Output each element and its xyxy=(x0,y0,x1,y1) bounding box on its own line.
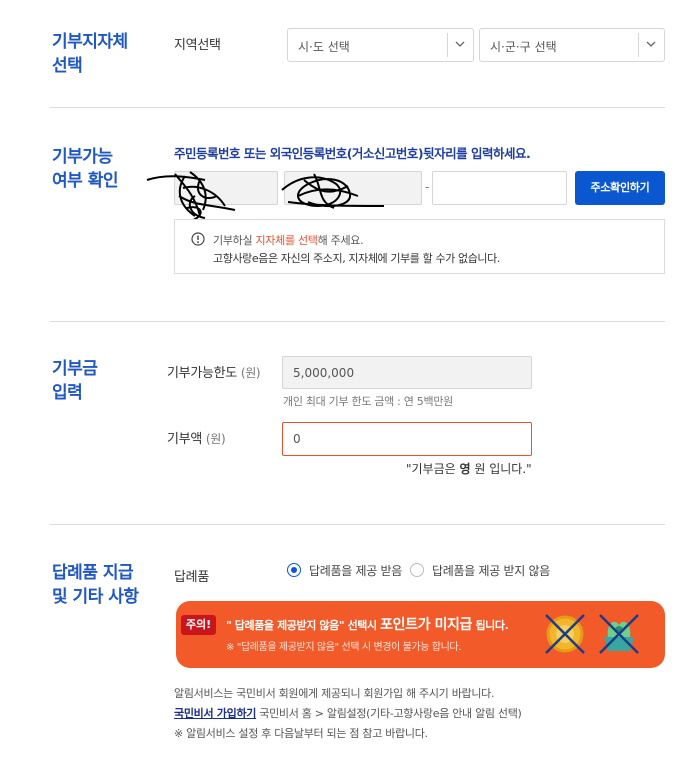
notice-text: 기부하실 xyxy=(213,234,256,247)
select-divider xyxy=(638,33,639,57)
section-title-region: 기부지자체 선택 xyxy=(52,30,128,78)
section-divider xyxy=(50,524,665,525)
notice-text: 해 주세요. xyxy=(317,234,364,247)
donation-amount-input[interactable]: 0 xyxy=(282,422,532,456)
sigungu-select[interactable]: 시·군·구 선택 xyxy=(479,28,665,62)
notice-highlight: 지자체를 선택 xyxy=(255,234,318,247)
redaction-scribble xyxy=(146,171,236,221)
address-check-button[interactable]: 주소확인하기 xyxy=(575,171,665,205)
info-text: 국민비서 홈 > 알림설정(기타-고향사랑e음 안내 알림 선택) xyxy=(256,707,522,720)
banner-sub-text: ※ "답례품을 제공받지 않음" 선택 시 변경이 불가능 합니다. xyxy=(226,642,461,653)
sigungu-select-value: 시·군·구 선택 xyxy=(490,40,557,54)
notice-line-1: 기부하실 지자체를 선택해 주세요. xyxy=(213,232,364,248)
chevron-down-icon xyxy=(455,41,465,47)
sido-select-value: 시·도 선택 xyxy=(298,40,350,54)
section-title-eligibility: 기부가능 여부 확인 xyxy=(52,145,118,193)
resident-number-instruction: 주민등록번호 또는 외국인등록번호(거소신고번호)뒷자리를 입력하세요. xyxy=(174,146,531,161)
amount-label-text: 기부액 xyxy=(167,432,202,447)
resident-number-extra-input[interactable] xyxy=(432,171,567,205)
gift-label: 답례품 xyxy=(174,570,209,585)
warning-banner: 주의! " 답례품을 제공받지 않음" 선택시 포인트가 미지급 됩니다. ※ … xyxy=(176,601,665,668)
point-coin-icon xyxy=(545,614,585,654)
info-line-3: ※ 알림서비스 설정 후 다음날부터 되는 점 참고 바랍니다. xyxy=(174,727,428,740)
chevron-down-icon xyxy=(646,41,656,47)
section-divider xyxy=(50,321,665,322)
banner-text: " 답례품을 제공받지 않음" 선택시 xyxy=(226,619,381,632)
sido-select[interactable]: 시·도 선택 xyxy=(287,28,474,62)
banner-text-emphasis: 포인트가 미지급 xyxy=(380,617,473,633)
title-line: 기부가능 xyxy=(52,147,113,167)
gukmin-biseo-signup-link[interactable]: 국민비서 가입하기 xyxy=(174,707,256,720)
radio-gift-decline-label[interactable]: 답례품을 제공 받지 않음 xyxy=(432,562,550,579)
info-icon xyxy=(191,232,205,246)
title-line: 기부금 xyxy=(52,359,98,379)
title-line: 입력 xyxy=(52,383,83,403)
amount-message-bold: 영 xyxy=(459,462,471,476)
limit-label-text: 기부가능한도 xyxy=(167,366,237,381)
notice-line-2: 고향사랑e음은 자신의 주소지, 지자체에 기부를 할 수가 없습니다. xyxy=(213,252,500,265)
select-divider xyxy=(447,33,448,57)
dash-separator: - xyxy=(425,180,430,194)
gift-basket-icon xyxy=(599,614,639,654)
notice-box: 기부하실 지자체를 선택해 주세요. 고향사랑e음은 자신의 주소지, 지자체에… xyxy=(174,219,665,274)
redaction-scribble xyxy=(281,173,385,209)
title-line: 여부 확인 xyxy=(52,171,118,191)
title-line: 및 기타 사항 xyxy=(52,587,139,607)
amount-message-text: 원 입니다." xyxy=(470,462,532,476)
radio-gift-receive[interactable] xyxy=(287,563,301,577)
limit-value: 5,000,000 xyxy=(293,366,355,380)
section-divider xyxy=(50,107,665,108)
unit-label: (원) xyxy=(240,366,261,380)
banner-text: 됩니다. xyxy=(472,619,509,632)
limit-input: 5,000,000 xyxy=(282,356,532,389)
amount-value: 0 xyxy=(293,432,301,446)
radio-gift-receive-label[interactable]: 답례품을 제공 받음 xyxy=(309,562,402,579)
unit-label: (원) xyxy=(205,432,226,446)
limit-help-text: 개인 최대 기부 한도 금액 : 연 5백만원 xyxy=(283,395,453,408)
warning-badge: 주의! xyxy=(181,615,216,635)
title-line: 답례품 지급 xyxy=(52,563,134,583)
info-line-1: 알림서비스는 국민비서 회원에게 제공되니 회원가입 해 주시기 바랍니다. xyxy=(174,687,495,700)
info-line-2: 국민비서 가입하기 국민비서 홈 > 알림설정(기타-고향사랑e음 안내 알림 … xyxy=(174,705,522,721)
section-title-gift: 답례품 지급 및 기타 사항 xyxy=(52,561,139,609)
radio-gift-decline[interactable] xyxy=(410,563,424,577)
amount-label: 기부액 (원) xyxy=(167,428,226,447)
region-label: 지역선택 xyxy=(174,38,221,53)
amount-message-text: "기부금은 xyxy=(406,462,460,476)
title-line: 기부지자체 xyxy=(52,32,128,52)
amount-message: "기부금은 영 원 입니다." xyxy=(406,460,532,477)
limit-label: 기부가능한도 (원) xyxy=(167,362,261,381)
banner-main-text: " 답례품을 제공받지 않음" 선택시 포인트가 미지급 됩니다. xyxy=(226,614,509,634)
section-title-amount: 기부금 입력 xyxy=(52,357,98,405)
title-line: 선택 xyxy=(52,56,83,76)
